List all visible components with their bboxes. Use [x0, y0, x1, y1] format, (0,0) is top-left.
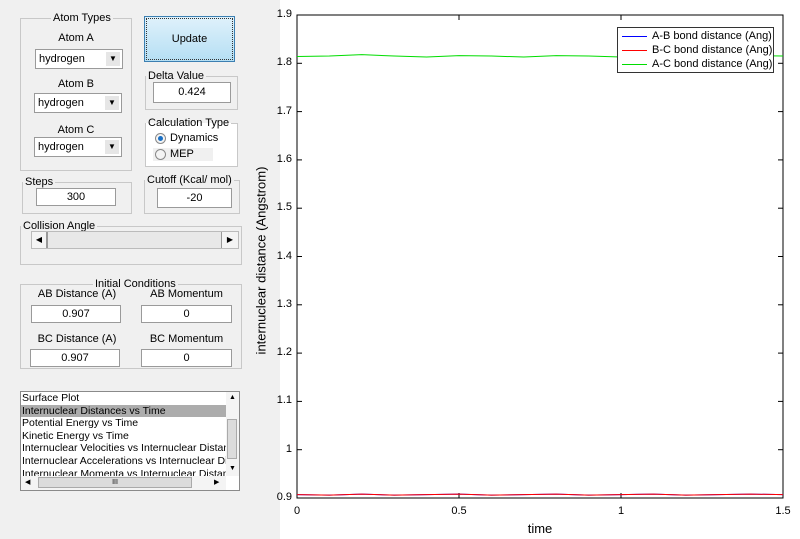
legend-label: B-C bond distance (Ang) [652, 44, 773, 56]
group-title: Cutoff (Kcal/ mol) [147, 174, 232, 186]
legend-swatch [622, 64, 647, 65]
x-tick-label: 0.5 [451, 505, 467, 517]
ab-distance-input[interactable]: 0.907 [31, 305, 121, 323]
bc-distance-label: BC Distance (A) [37, 333, 117, 345]
chevron-down-icon: ▼ [105, 96, 119, 110]
list-item[interactable]: Internuclear Momenta vs Internuclear Dis… [21, 468, 226, 476]
x-tick-label: 0 [293, 505, 301, 517]
x-axis-label: time [527, 521, 553, 536]
y-tick-label: 1 [285, 442, 292, 455]
y-tick-label: 1.7 [276, 104, 292, 117]
legend-swatch [622, 50, 647, 51]
y-tick-label: 1.4 [276, 249, 292, 262]
y-tick-label: 1.1 [276, 394, 292, 407]
y-tick-label: 1.8 [276, 56, 292, 69]
list-item[interactable]: Kinetic Energy vs Time [21, 430, 226, 443]
radio-mep[interactable]: MEP [153, 148, 213, 161]
ab-momentum-input[interactable]: 0 [141, 305, 232, 323]
horizontal-scrollbar[interactable]: ◀ III ▶ [21, 476, 226, 490]
radio-label: MEP [170, 148, 194, 160]
list-item[interactable]: Internuclear Distances vs Time [21, 404, 226, 418]
group-title: Steps [25, 176, 54, 188]
legend-label: A-B bond distance (Ang) [652, 30, 772, 42]
radio-unselected-icon [155, 149, 166, 160]
bc-distance-input[interactable]: 0.907 [30, 349, 120, 367]
list-item[interactable]: Internuclear Velocities vs Internuclear … [21, 442, 226, 455]
scrollbar-thumb[interactable] [227, 419, 237, 459]
y-tick-label: 1.6 [276, 152, 292, 165]
cutoff-input[interactable]: -20 [157, 188, 232, 208]
plot-type-list[interactable]: Surface Plot Internuclear Distances vs Ti… [20, 391, 240, 491]
radio-label: Dynamics [170, 132, 219, 144]
arrow-right-icon[interactable]: ▶ [221, 232, 238, 248]
list-item[interactable]: Internuclear Accelerations vs Internucle… [21, 455, 226, 468]
y-tick-label: 1.9 [276, 8, 292, 20]
ab-distance-label: AB Distance (A) [37, 288, 117, 300]
scrollbar-thumb[interactable]: III [38, 477, 192, 488]
atom-a-label: Atom A [58, 32, 94, 44]
atom-b-label: Atom B [57, 78, 95, 90]
arrow-left-icon[interactable]: ◀ [32, 232, 46, 248]
atom-a-value: hydrogen [39, 53, 85, 65]
atom-b-value: hydrogen [38, 97, 84, 109]
arrow-down-icon[interactable]: ▼ [229, 465, 236, 472]
plot-area [296, 14, 784, 499]
steps-input[interactable]: 300 [36, 188, 116, 206]
bc-momentum-input[interactable]: 0 [141, 349, 232, 367]
collision-angle-slider[interactable]: ◀ ▶ [31, 231, 239, 249]
radio-selected-icon [155, 133, 166, 144]
list-item[interactable]: Potential Energy vs Time [21, 417, 226, 430]
atom-c-label: Atom C [57, 124, 95, 136]
x-tick-label: 1.5 [775, 505, 791, 517]
group-title: Delta Value [148, 70, 205, 82]
group-title: Atom Types [53, 12, 111, 24]
update-button[interactable]: Update [144, 16, 235, 62]
y-tick-label: 1.2 [276, 346, 292, 359]
axes-box [296, 14, 784, 499]
y-tick-label: 0.9 [276, 491, 292, 503]
legend-swatch [622, 36, 647, 37]
y-tick-label: 1.3 [276, 297, 292, 310]
arrow-right-icon[interactable]: ▶ [214, 478, 219, 486]
legend: A-B bond distance (Ang) B-C bond distance… [617, 27, 774, 73]
delta-input[interactable]: 0.424 [153, 82, 231, 103]
x-tick-label: 1 [617, 505, 625, 517]
atom-c-select[interactable]: hydrogen ▼ [34, 137, 122, 157]
atom-a-select[interactable]: hydrogen ▼ [35, 49, 123, 69]
arrow-left-icon[interactable]: ◀ [25, 478, 30, 486]
slider-thumb[interactable] [46, 232, 48, 248]
ab-momentum-label: AB Momentum [150, 288, 223, 300]
legend-label: A-C bond distance (Ang) [652, 58, 773, 70]
atom-b-select[interactable]: hydrogen ▼ [34, 93, 122, 113]
atom-c-value: hydrogen [38, 141, 84, 153]
list-item[interactable]: Surface Plot [21, 392, 226, 405]
list-items: Surface Plot Internuclear Distances vs Ti… [21, 392, 226, 476]
group-title: Calculation Type [148, 117, 230, 129]
chevron-down-icon: ▼ [105, 140, 119, 154]
y-tick-label: 1.5 [276, 201, 292, 214]
chevron-down-icon: ▼ [106, 52, 120, 66]
arrow-up-icon[interactable]: ▲ [229, 394, 236, 401]
vertical-scrollbar[interactable]: ▲ ▼ [226, 392, 239, 476]
bc-momentum-label: BC Momentum [149, 333, 224, 345]
